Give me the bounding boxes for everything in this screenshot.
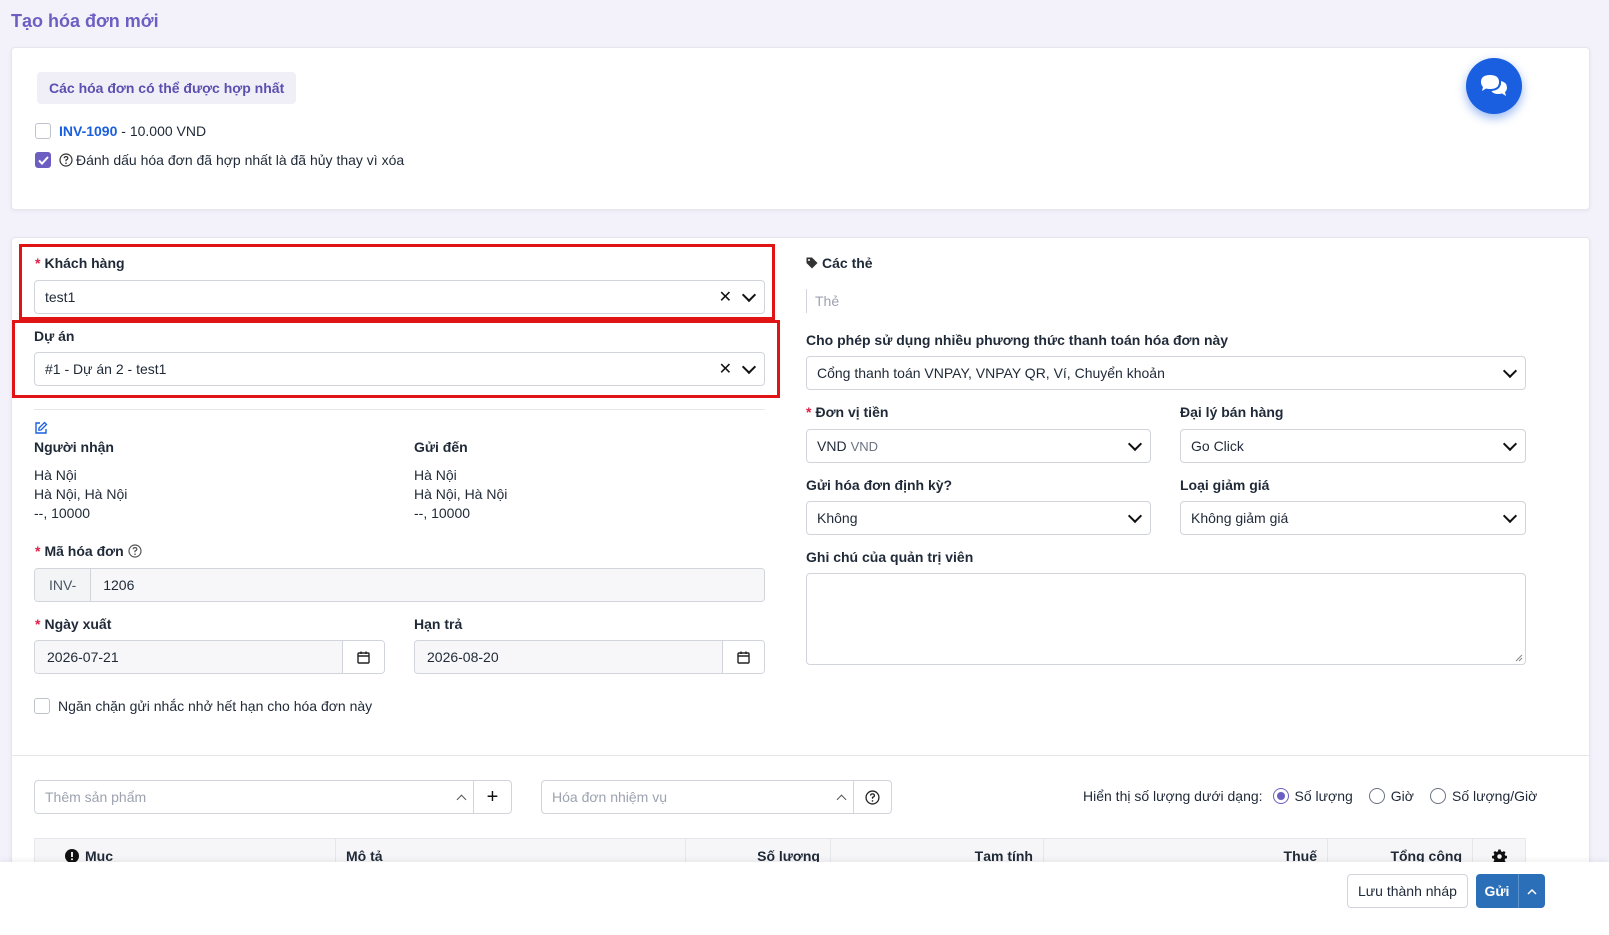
- issue-date-input[interactable]: 2026-07-21: [34, 640, 385, 674]
- issue-date-value[interactable]: 2026-07-21: [35, 641, 342, 673]
- chevron-up-icon: [829, 781, 853, 813]
- due-date-value[interactable]: 2026-08-20: [415, 641, 722, 673]
- prevent-reminder-label: Ngăn chặn gửi nhắc nhở hết hạn cho hóa đ…: [58, 698, 373, 714]
- merge-invoice-amount: - 10.000 VND: [117, 123, 207, 139]
- invoice-number-value[interactable]: 1206: [91, 569, 764, 601]
- recurring-select[interactable]: Không: [806, 501, 1151, 535]
- radio-quantity-hours-label: Số lượng/Giờ: [1451, 788, 1538, 804]
- task-invoice-help-button[interactable]: [853, 781, 891, 813]
- sale-agent-select[interactable]: Go Click: [1180, 429, 1526, 463]
- prevent-reminder-row: Ngăn chặn gửi nhắc nhở hết hạn cho hóa đ…: [34, 698, 372, 714]
- currency-label: * Đơn vị tiền: [806, 404, 889, 420]
- send-button-label[interactable]: Gửi: [1476, 874, 1518, 908]
- page-title: Tạo hóa đơn mới: [11, 11, 159, 31]
- recurring-label: Gửi hóa đơn định kỳ?: [806, 477, 953, 493]
- help-icon: [865, 789, 880, 805]
- resize-handle-icon[interactable]: [1515, 654, 1523, 662]
- edit-address-icon[interactable]: [34, 421, 48, 438]
- task-invoice-combo[interactable]: Hóa đơn nhiệm vụ: [541, 780, 892, 814]
- section-divider: [12, 755, 1589, 756]
- save-draft-button[interactable]: Lưu thành nháp: [1347, 874, 1468, 908]
- mark-cancelled-row: Đánh dấu hóa đơn đã hợp nhất là đã hủy t…: [35, 152, 404, 168]
- invoice-number-input[interactable]: INV- 1206: [34, 568, 765, 602]
- exclamation-circle-icon: [65, 849, 79, 863]
- currency-value: VND: [817, 438, 847, 454]
- chevron-down-icon: [1502, 508, 1518, 523]
- tag-icon: [806, 257, 818, 269]
- recipient-address: Người nhận Hà Nội Hà Nội, Hà Nội --, 100…: [34, 439, 128, 521]
- due-date-input[interactable]: 2026-08-20: [414, 640, 765, 674]
- check-icon: [37, 155, 49, 165]
- merge-invoices-card: Các hóa đơn có thể được hợp nhất INV-109…: [11, 47, 1590, 210]
- merge-invoice-checkbox[interactable]: [35, 123, 51, 139]
- tags-label: Các thẻ: [806, 255, 873, 271]
- chevron-down-icon: [1127, 508, 1143, 523]
- radio-hours[interactable]: [1368, 788, 1385, 804]
- discount-type-label: Loại giảm giá: [1180, 477, 1270, 493]
- admin-note-label: Ghi chú của quản trị viên: [806, 549, 974, 565]
- currency-sub: VND: [850, 439, 879, 454]
- tags-input[interactable]: Thẻ: [806, 289, 839, 313]
- calendar-icon[interactable]: [342, 641, 384, 673]
- quantity-display-options: Hiển thị số lượng dưới dạng: Số lượng Gi…: [1083, 788, 1537, 804]
- invoice-prefix: INV-: [35, 569, 92, 601]
- merge-invoice-row: INV-1090 - 10.000 VND: [35, 123, 206, 139]
- mark-cancelled-label: Đánh dấu hóa đơn đã hợp nhất là đã hủy t…: [76, 152, 405, 168]
- project-highlight-box: [12, 320, 780, 398]
- sale-agent-label: Đại lý bán hàng: [1180, 404, 1284, 420]
- chat-button[interactable]: [1466, 58, 1522, 114]
- payment-modes-select[interactable]: Cổng thanh toán VNPAY, VNPAY QR, Ví, Chu…: [806, 356, 1526, 390]
- discount-type-value: Không giảm giá: [1191, 510, 1289, 526]
- send-button[interactable]: Gửi: [1476, 874, 1545, 908]
- ship-to-address: Gửi đến Hà Nội Hà Nội, Hà Nội --, 10000: [414, 439, 508, 521]
- payment-modes-label: Cho phép sử dụng nhiều phương thức thanh…: [806, 332, 1229, 348]
- invoice-number-label: * Mã hóa đơn: [35, 543, 142, 559]
- discount-type-select[interactable]: Không giảm giá: [1180, 501, 1526, 535]
- chevron-up-icon: [449, 781, 473, 813]
- footer-bar: Lưu thành nháp Gửi: [0, 862, 1609, 935]
- admin-note-textarea[interactable]: [806, 573, 1526, 665]
- add-product-button[interactable]: +: [473, 781, 511, 813]
- issue-date-label: * Ngày xuất: [35, 616, 112, 632]
- mark-cancelled-checkbox[interactable]: [35, 152, 51, 168]
- add-product-combo[interactable]: Thêm sản phẩm +: [34, 780, 512, 814]
- recurring-value: Không: [817, 510, 858, 526]
- help-icon[interactable]: [128, 544, 142, 558]
- currency-select[interactable]: VND VND: [806, 429, 1151, 463]
- radio-quantity[interactable]: [1272, 788, 1289, 804]
- merge-heading: Các hóa đơn có thể được hợp nhất: [37, 72, 297, 104]
- quantity-display-label: Hiển thị số lượng dưới dạng:: [1083, 788, 1263, 804]
- due-date-label: Hạn trả: [414, 616, 463, 632]
- customer-highlight-box: [19, 244, 775, 320]
- prevent-reminder-checkbox[interactable]: [34, 698, 50, 714]
- calendar-icon[interactable]: [722, 641, 764, 673]
- send-options-caret-icon[interactable]: [1518, 874, 1545, 908]
- task-invoice-input[interactable]: Hóa đơn nhiệm vụ: [542, 781, 829, 813]
- form-divider: [34, 409, 765, 410]
- help-icon[interactable]: [59, 153, 73, 167]
- radio-hours-label: Giờ: [1390, 788, 1414, 804]
- sale-agent-value: Go Click: [1191, 438, 1244, 454]
- radio-quantity-hours[interactable]: [1429, 788, 1446, 804]
- chevron-down-icon: [1502, 436, 1518, 451]
- radio-quantity-label: Số lượng: [1294, 788, 1353, 804]
- chat-bubbles-icon: [1481, 75, 1507, 96]
- add-product-input[interactable]: Thêm sản phẩm: [35, 781, 449, 813]
- merge-invoice-link[interactable]: INV-1090: [59, 123, 117, 139]
- chevron-down-icon: [1127, 436, 1143, 451]
- chevron-down-icon: [1502, 363, 1518, 378]
- payment-modes-value: Cổng thanh toán VNPAY, VNPAY QR, Ví, Chu…: [817, 365, 1165, 381]
